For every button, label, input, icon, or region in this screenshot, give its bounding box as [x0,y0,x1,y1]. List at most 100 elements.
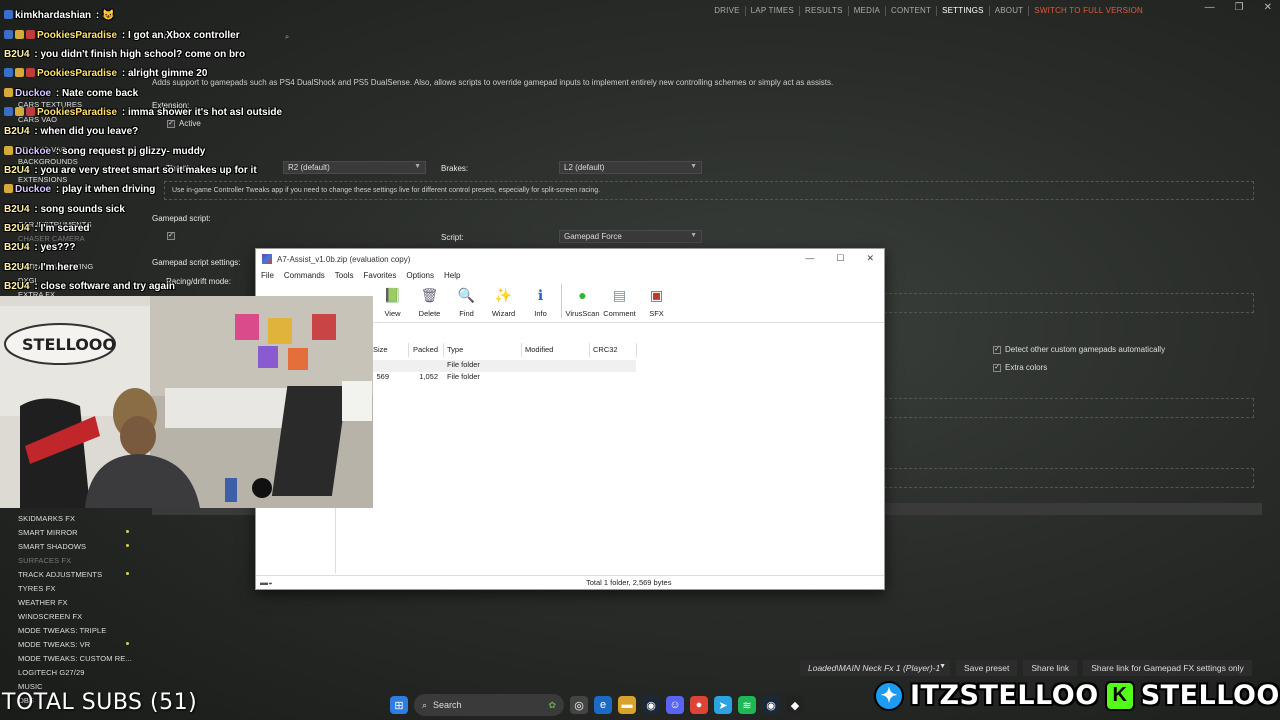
sidebar-item-surfaces-fx[interactable]: SURFACES FX [18,556,71,565]
delete-button[interactable]: 🗑 Delete [411,284,448,319]
twitter-handle: ITZSTELLOO [910,680,1099,711]
sidebar-item-smart-mirror[interactable]: SMART MIRROR [18,528,129,537]
preset-select[interactable]: Loaded\MAIN Neck Fx 1 (Player)-1 ▼ [800,660,950,676]
column-header-crc32[interactable]: CRC32 [593,345,618,354]
winrar-status-bar: ▬◒ Total 1 folder, 2,569 bytes [256,575,884,589]
sidebar-item-skidmarks-fx[interactable]: SKIDMARKS FX [18,514,75,523]
winrar-title-bar[interactable]: A7-Assist_v1.0b.zip (evaluation copy) — … [256,249,884,269]
steam-2-icon[interactable]: ◉ [762,696,780,714]
active-checkbox[interactable]: ✓ Active [167,119,201,128]
discord-icon[interactable]: ☺ [666,696,684,714]
menu-favorites[interactable]: Favorites [363,271,396,280]
virusscan-button[interactable]: ● VirusScan [564,284,601,318]
column-separator[interactable] [443,343,444,357]
toolbar-separator [561,284,562,318]
close-icon[interactable]: ✕ [1264,2,1272,13]
script-select[interactable]: Gamepad Force ▼ [559,230,702,243]
windows-icon[interactable]: ⊞ [390,696,408,714]
column-header-size[interactable]: Size [373,345,388,354]
chrome-canary-icon[interactable]: ◎ [570,696,588,714]
sidebar-item-extensions[interactable]: EXTENSIONS [18,175,67,184]
sidebar-item-windscreen-fx[interactable]: WINDSCREEN FX [18,612,82,621]
chat-message: PookiesParadise : I got an Xbox controll… [4,30,240,41]
spotify-icon[interactable]: ≋ [738,696,756,714]
chat-text: play it when driving [62,184,156,195]
cell-packed: 1,052 [419,372,438,381]
sidebar-item-smart-shadows[interactable]: SMART SHADOWS [18,542,129,551]
menu-commands[interactable]: Commands [284,271,325,280]
steam-icon[interactable]: ◉ [642,696,660,714]
chevron-down-icon: ▼ [690,163,697,170]
menu-options[interactable]: Options [406,271,434,280]
close-icon[interactable]: ✕ [866,253,874,264]
toolbar-label: Delete [418,309,441,318]
throttle-select[interactable]: R2 (default) ▼ [283,161,426,174]
chrome-icon[interactable]: ● [690,696,708,714]
menu-tools[interactable]: Tools [335,271,354,280]
nav-media[interactable]: MEDIA [849,6,887,16]
maximize-icon[interactable]: ❐ [1235,2,1244,13]
table-row[interactable]: File folder [371,360,636,372]
switch-full-version-link[interactable]: SWITCH TO FULL VERSION [1029,6,1148,16]
sidebar-item-label: LOGITECH G27/29 [18,668,85,677]
edge-icon[interactable]: e [594,696,612,714]
chat-username: B2U4 [4,126,30,137]
nav-content[interactable]: CONTENT [886,6,938,16]
toolbar-label: Wizard [491,309,516,318]
extra-colors-label: Extra colors [1005,363,1048,372]
kick-icon: K [1104,680,1135,711]
find-button[interactable]: 🔍 Find [448,284,485,319]
column-header-modified[interactable]: Modified [525,345,553,354]
view-button[interactable]: 📗 View [374,284,411,319]
maximize-icon[interactable]: ☐ [836,253,844,264]
nav-lap-times[interactable]: LAP TIMES [746,6,800,16]
column-separator[interactable] [408,343,409,357]
column-separator[interactable] [589,343,590,357]
info-button[interactable]: ℹ Info [522,284,559,319]
menu-help[interactable]: Help [444,271,460,280]
column-separator[interactable] [521,343,522,357]
menu-file[interactable]: File [261,271,274,280]
comment-button[interactable]: ▤ Comment [601,284,638,319]
checkbox-checked-icon: ✓ [167,232,175,240]
sidebar-item-mode-tweaks-triple[interactable]: MODE TWEAKS: TRIPLE [18,626,106,635]
racing-icon[interactable]: ◆ [786,696,804,714]
chat-separator: : [119,30,128,41]
share-link-gamepad-button[interactable]: Share link for Gamepad FX settings only [1083,660,1252,676]
extra-colors-checkbox[interactable]: ✓ Extra colors [993,363,1047,372]
sidebar-item-logitech-g27-29[interactable]: LOGITECH G27/29 [18,668,85,677]
sidebar-item-mode-tweaks-custom-re[interactable]: MODE TWEAKS: CUSTOM RE... [18,654,132,663]
sidebar-item-mode-tweaks-vr[interactable]: MODE TWEAKS: VR [18,640,129,649]
sidebar-item-tyres-fx[interactable]: TYRES FX [18,584,55,593]
chat-message: B2U4 : I'm here [4,262,78,273]
column-header-packed[interactable]: Packed [413,345,438,354]
table-row[interactable]: 569 1,052 File folder [371,372,636,384]
chat-badge-icon [15,68,24,77]
cell-size: 569 [376,372,389,381]
script-active-checkbox[interactable]: ✓ [167,232,175,240]
minimize-icon[interactable]: — [1205,2,1215,13]
brakes-select[interactable]: L2 (default) ▼ [559,161,702,174]
sidebar-item-weather-fx[interactable]: WEATHER FX [18,598,68,607]
share-link-button[interactable]: Share link [1023,660,1078,676]
wizard-button[interactable]: ✨ Wizard [485,284,522,319]
taskbar-search[interactable]: ⌕ Search ✿ [414,694,564,716]
detect-gamepads-checkbox[interactable]: ✓ Detect other custom gamepads automatic… [993,345,1165,354]
file-explorer-icon[interactable]: ▬ [618,696,636,714]
nav-drive[interactable]: DRIVE [709,6,746,16]
save-preset-button[interactable]: Save preset [956,660,1018,676]
nav-about[interactable]: ABOUT [990,6,1030,16]
chat-badge-icon [4,10,13,19]
chat-separator: : [119,68,128,79]
minimize-icon[interactable]: — [805,253,814,264]
sidebar-item-track-adjustments[interactable]: TRACK ADJUSTMENTS [18,570,129,579]
telegram-icon[interactable]: ➤ [714,696,732,714]
column-separator[interactable] [636,343,637,357]
total-subs-counter: TOTAL SUBS (51) [2,690,198,715]
nav-settings[interactable]: SETTINGS [937,6,990,16]
search-icon[interactable]: ⌕ [285,32,289,42]
nav-results[interactable]: RESULTS [800,6,849,16]
column-header-type[interactable]: Type [447,345,463,354]
sfx-button[interactable]: ▣ SFX [638,284,675,319]
modified-dot-icon [126,642,129,645]
